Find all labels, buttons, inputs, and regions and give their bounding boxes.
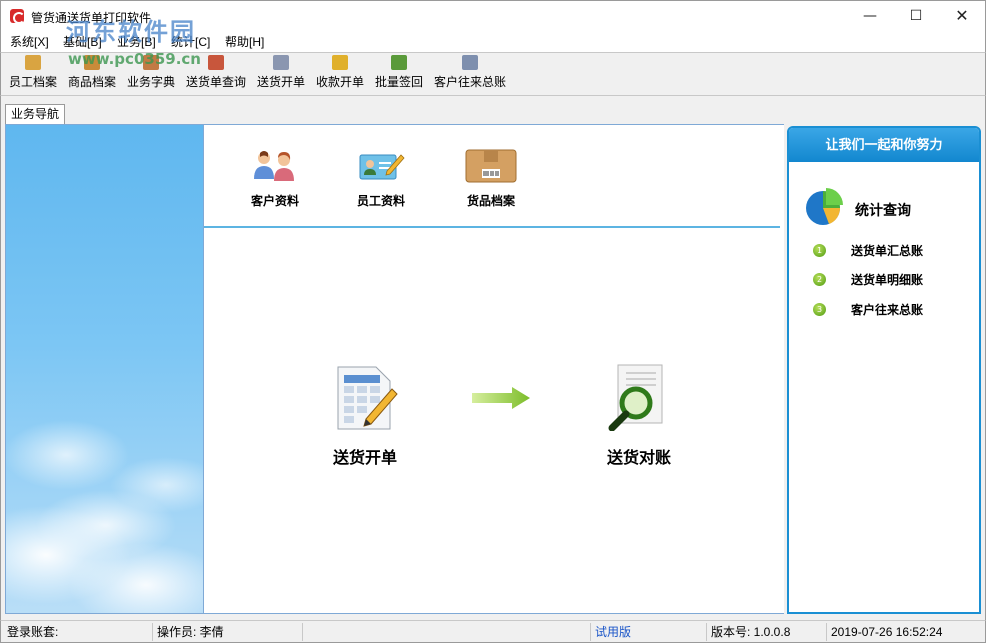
tab-business-navigation[interactable]: 业务导航: [5, 104, 65, 124]
status-version: 版本号: 1.0.0.8: [707, 623, 827, 641]
status-bar: 登录账套: 操作员: 李倩 试用版 版本号: 1.0.0.8 2019-07-2…: [0, 620, 986, 643]
query-icon: [208, 55, 224, 70]
number-1-icon: 1: [813, 244, 826, 257]
number-2-icon: 2: [813, 273, 826, 286]
navigation-panel: 客户资料 员工资料 货品档案 送货开单 送货对账: [204, 124, 784, 614]
main-area: 客户资料 员工资料 货品档案 送货开单 送货对账 让我们一起和你努力 统计查询 …: [0, 124, 986, 620]
toolbar-label: 收款开单: [315, 75, 364, 89]
menu-help[interactable]: 帮助[H]: [225, 33, 264, 50]
link-delivery-summary[interactable]: 1 送货单汇总账: [813, 242, 973, 260]
link-label: 送货单明细账: [851, 273, 924, 287]
number-3-icon: 3: [813, 303, 826, 316]
quick-label: 客户资料: [250, 194, 299, 208]
quick-customer-info[interactable]: 客户资料: [230, 149, 320, 209]
arrow-right-icon: [472, 387, 530, 409]
maximize-button[interactable]: ☐: [893, 1, 939, 31]
quick-employee-info[interactable]: 员工资料: [336, 149, 426, 209]
flow-delivery-order[interactable]: 送货开单: [310, 363, 420, 468]
toolbar-batch-sign-button[interactable]: 批量签回: [373, 55, 425, 93]
link-label: 客户往来总账: [851, 303, 924, 317]
link-label: 送货单汇总账: [851, 244, 924, 258]
status-datetime: 2019-07-26 16:52:24: [831, 625, 943, 639]
toolbar-label: 员工档案: [8, 75, 57, 89]
quick-label: 员工资料: [356, 194, 405, 208]
toolbar-label: 客户往来总账: [433, 75, 506, 89]
goods-box-icon: [465, 149, 517, 183]
customers-icon: [254, 151, 294, 181]
quick-label: 货品档案: [466, 194, 515, 208]
sky-banner-image: [5, 124, 204, 614]
toolbar-delivery-order-button[interactable]: 送货开单: [255, 55, 307, 93]
pie-chart-icon: [806, 188, 843, 225]
toolbar-label: 业务字典: [126, 75, 175, 89]
flow-label: 送货开单: [332, 448, 397, 467]
status-operator: 操作员: 李倩: [153, 623, 303, 641]
status-trial: 试用版: [591, 623, 707, 641]
watermark-url: www.pc0359.cn: [68, 50, 201, 68]
toolbar-label: 商品档案: [67, 75, 116, 89]
delivery-icon: [273, 55, 289, 70]
employee-icon: [25, 55, 41, 70]
minimize-button[interactable]: —: [847, 1, 893, 31]
link-customer-ledger[interactable]: 3 客户往来总账: [813, 301, 973, 319]
statistics-title: 统计查询: [855, 202, 911, 218]
close-button[interactable]: ✕: [939, 1, 985, 31]
menu-system[interactable]: 系统[X]: [10, 33, 49, 50]
status-empty: [303, 623, 591, 641]
tab-row: 业务导航: [0, 96, 986, 124]
spreadsheet-edit-icon: [337, 366, 398, 430]
magnifier-document-icon: [608, 364, 663, 432]
toolbar-payment-order-button[interactable]: 收款开单: [314, 55, 366, 93]
flow-delivery-reconciliation[interactable]: 送货对账: [584, 363, 694, 468]
toolbar-label: 批量签回: [374, 75, 423, 89]
app-logo-icon: [10, 9, 25, 24]
section-divider: [204, 226, 780, 228]
toolbar-customer-ledger-button[interactable]: 客户往来总账: [432, 55, 508, 93]
status-account: 登录账套:: [3, 623, 153, 641]
payment-icon: [332, 55, 348, 70]
employee-card-icon: [359, 154, 405, 180]
toolbar-employee-archive-button[interactable]: 员工档案: [7, 55, 59, 93]
ledger-icon: [462, 55, 478, 70]
flow-label: 送货对账: [606, 448, 671, 467]
quick-goods-archive[interactable]: 货品档案: [446, 149, 536, 209]
link-delivery-detail[interactable]: 2 送货单明细账: [813, 271, 973, 289]
watermark-text: 河东软件园: [66, 18, 196, 46]
toolbar-label: 送货开单: [256, 75, 305, 89]
statistics-panel: 让我们一起和你努力 统计查询 1 送货单汇总账 2 送货单明细账 3 客户往来总…: [787, 126, 981, 614]
batch-sign-icon: [391, 55, 407, 70]
toolbar-label: 送货单查询: [185, 75, 246, 89]
panel-header: 让我们一起和你努力: [789, 128, 979, 162]
